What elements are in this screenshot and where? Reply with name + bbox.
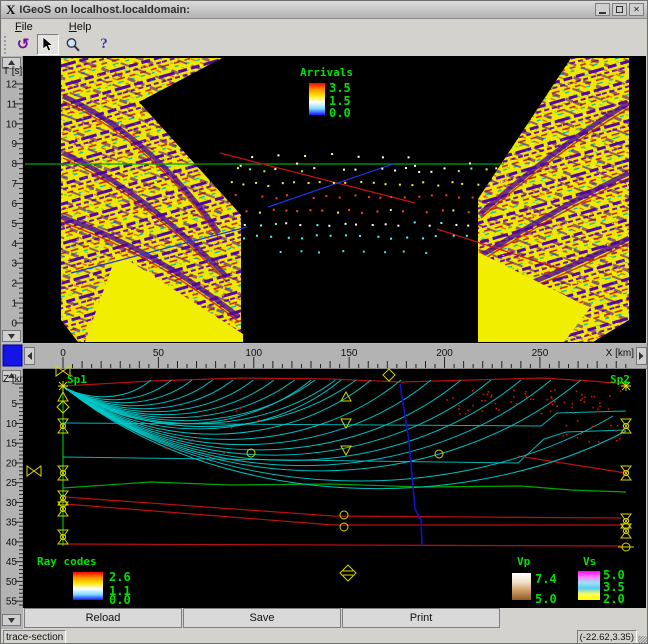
svg-text:3.5: 3.5 bbox=[329, 81, 351, 95]
statusbar: trace-section (-22.62,3.35) bbox=[1, 629, 647, 644]
axes-corner-button[interactable] bbox=[3, 345, 22, 366]
print-button[interactable]: Print bbox=[342, 608, 500, 628]
svg-text:Ray codes: Ray codes bbox=[37, 555, 97, 568]
svg-text:0.0: 0.0 bbox=[329, 106, 351, 120]
scroll-down-button-bottom[interactable] bbox=[3, 615, 21, 626]
svg-text:T [s]: T [s] bbox=[3, 66, 22, 77]
svg-text:Vp: Vp bbox=[517, 555, 531, 568]
help-button[interactable]: ? bbox=[93, 34, 115, 55]
reset-view-icon: ↺ bbox=[17, 37, 30, 52]
scroll-down-button-top[interactable] bbox=[3, 331, 21, 342]
svg-text:9: 9 bbox=[11, 139, 17, 150]
svg-text:5.0: 5.0 bbox=[535, 592, 557, 606]
save-button[interactable]: Save bbox=[183, 608, 341, 628]
action-button-row: Reload Save Print bbox=[24, 608, 501, 628]
svg-text:0.0: 0.0 bbox=[109, 593, 131, 607]
menubar: File Help bbox=[1, 20, 647, 33]
svg-text:X [km]: X [km] bbox=[606, 348, 635, 359]
close-button[interactable]: ✕ bbox=[629, 3, 644, 16]
minimize-button[interactable] bbox=[595, 3, 610, 16]
titlebar[interactable]: X IGeoS on localhost.localdomain: ✕ bbox=[1, 1, 647, 19]
svg-text:Arrivals: Arrivals bbox=[300, 66, 353, 79]
svg-text:40: 40 bbox=[6, 537, 18, 548]
svg-text:8: 8 bbox=[11, 159, 17, 170]
source-label-sp2: Sp2 bbox=[610, 373, 630, 386]
svg-text:1: 1 bbox=[11, 299, 17, 310]
pointer-select-button[interactable] bbox=[37, 34, 59, 55]
svg-text:55: 55 bbox=[6, 597, 18, 608]
maximize-button[interactable] bbox=[612, 3, 627, 16]
help-icon: ? bbox=[100, 37, 108, 52]
resize-grip[interactable] bbox=[638, 636, 647, 644]
scroll-left-button[interactable] bbox=[25, 348, 35, 365]
svg-text:10: 10 bbox=[6, 419, 18, 430]
svg-text:45: 45 bbox=[6, 557, 18, 568]
toolbar-handle[interactable] bbox=[4, 36, 8, 54]
svg-text:5: 5 bbox=[11, 219, 17, 230]
svg-text:10: 10 bbox=[6, 119, 18, 130]
magnifier-icon bbox=[65, 37, 81, 53]
svg-text:Vs: Vs bbox=[583, 555, 596, 568]
svg-text:50: 50 bbox=[6, 577, 18, 588]
status-coordinates: (-22.62,3.35) bbox=[577, 630, 637, 644]
svg-text:5: 5 bbox=[11, 399, 17, 410]
svg-text:7.4: 7.4 bbox=[535, 572, 557, 586]
svg-text:30: 30 bbox=[6, 498, 18, 509]
pointer-cursor-icon bbox=[42, 37, 55, 52]
reload-button[interactable]: Reload bbox=[24, 608, 182, 628]
svg-text:11: 11 bbox=[7, 99, 18, 110]
maximize-icon bbox=[616, 6, 623, 13]
status-mode: trace-section bbox=[3, 630, 66, 644]
app-window: X IGeoS on localhost.localdomain: ✕ File… bbox=[0, 0, 648, 644]
svg-text:12: 12 bbox=[6, 79, 18, 90]
svg-text:35: 35 bbox=[6, 518, 18, 529]
plot-area: 1211109876543210510152025303540455055T [… bbox=[1, 56, 648, 629]
reset-view-button[interactable]: ↺ bbox=[12, 34, 34, 55]
x-ruler-strip[interactable] bbox=[1, 343, 648, 369]
svg-text:4: 4 bbox=[11, 239, 17, 250]
x11-logo-icon: X bbox=[6, 3, 15, 16]
toolbar: ↺ ? bbox=[1, 33, 647, 56]
window-title: IGeoS on localhost.localdomain: bbox=[19, 4, 595, 16]
svg-text:3: 3 bbox=[11, 259, 17, 270]
svg-text:7: 7 bbox=[11, 179, 17, 190]
svg-text:0: 0 bbox=[11, 319, 17, 330]
source-label-sp1: Sp1 bbox=[67, 373, 87, 386]
zoom-button[interactable] bbox=[62, 34, 84, 55]
svg-text:6: 6 bbox=[11, 199, 17, 210]
menu-help[interactable]: Help bbox=[69, 21, 92, 33]
svg-text:2.0: 2.0 bbox=[603, 592, 625, 606]
svg-text:15: 15 bbox=[6, 439, 18, 450]
minimize-icon bbox=[599, 12, 606, 14]
svg-text:2.6: 2.6 bbox=[109, 570, 131, 584]
svg-text:20: 20 bbox=[6, 458, 18, 469]
svg-text:2: 2 bbox=[11, 279, 17, 290]
scroll-right-button[interactable] bbox=[637, 348, 647, 365]
menu-file[interactable]: File bbox=[15, 21, 33, 33]
svg-text:25: 25 bbox=[6, 478, 18, 489]
